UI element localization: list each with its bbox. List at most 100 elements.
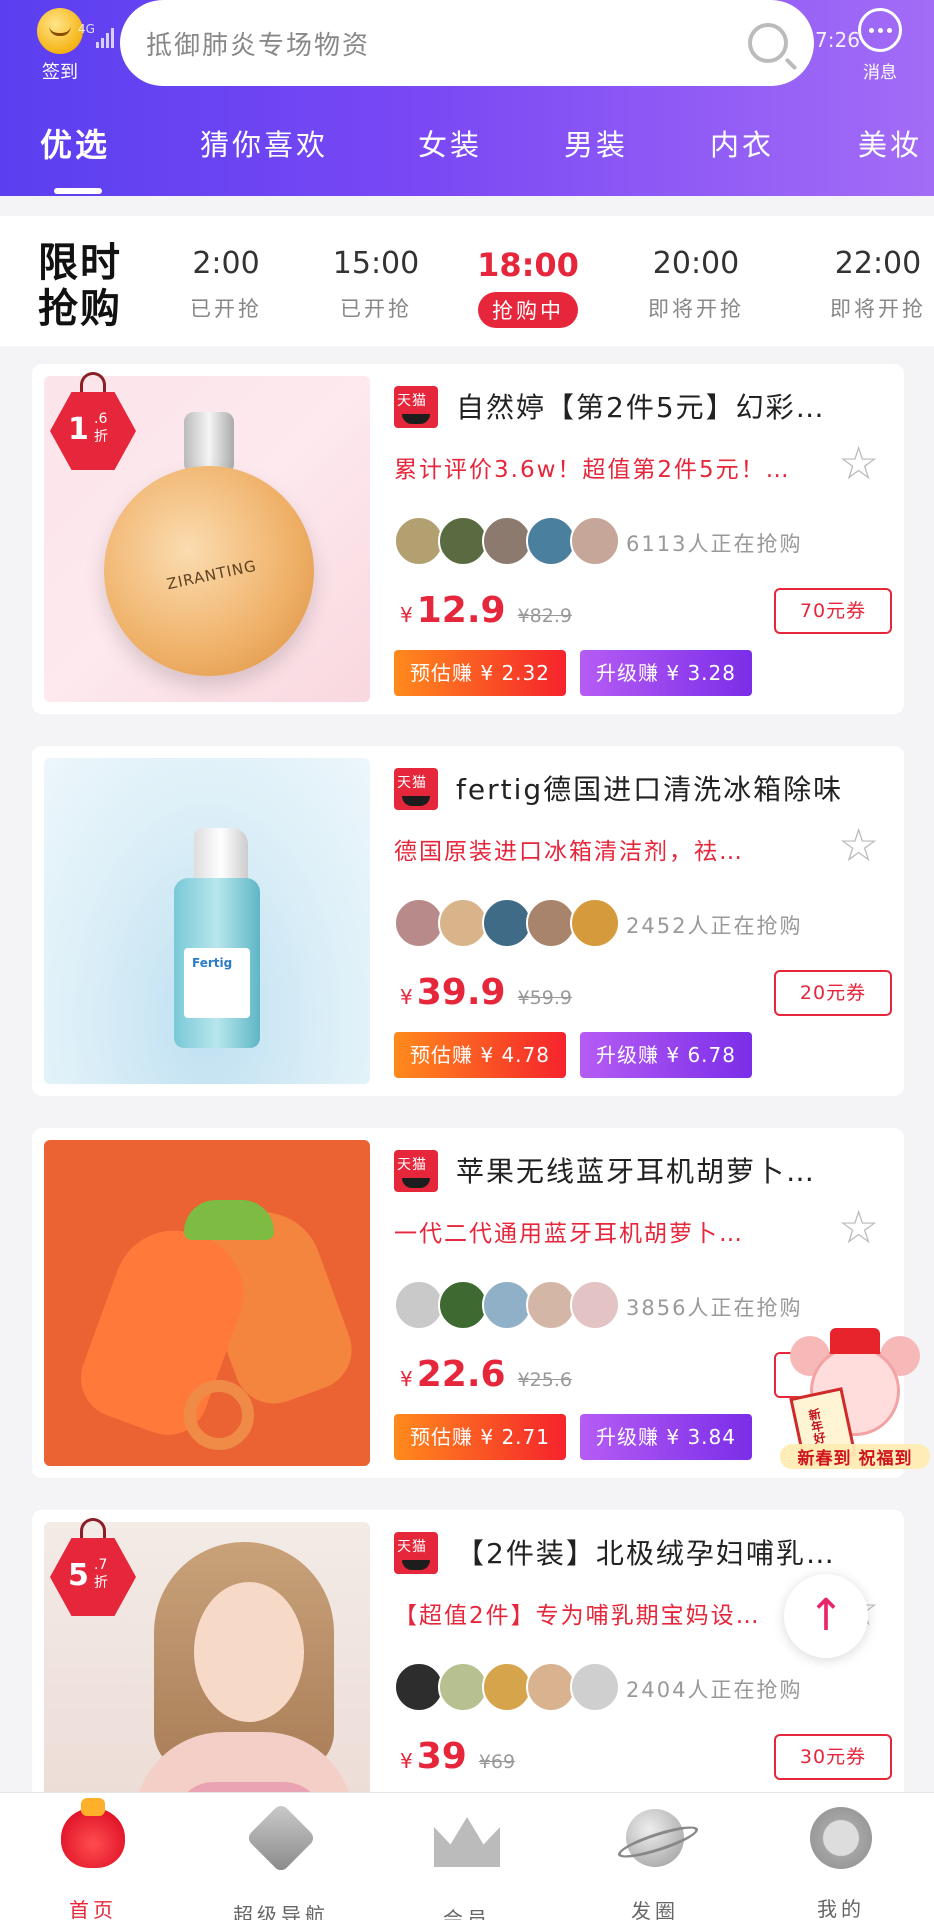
star-icon[interactable]: ☆ <box>838 440 879 486</box>
upgrade-earn-button[interactable]: 升级赚 ¥ 3.84 <box>580 1414 752 1460</box>
active-tab-indicator <box>54 188 102 194</box>
tab-underwear[interactable]: 内衣 <box>710 122 774 164</box>
upgrade-earn-button[interactable]: 升级赚 ¥ 3.28 <box>580 650 752 696</box>
price: ¥ 39 ¥69 <box>400 1736 516 1777</box>
tab-youxuan[interactable]: 优选 <box>40 120 110 166</box>
product-card[interactable]: ZIRANTING 1 .6 折 天猫 自然婷【第2件5元】幻彩… 累计评价3.6… <box>32 364 904 714</box>
time-slot[interactable]: 22:00 即将开抢 <box>808 246 934 323</box>
product-title[interactable]: 自然婷【第2件5元】幻彩… <box>456 386 876 426</box>
nav-moments[interactable]: 发圈 <box>590 1803 720 1920</box>
tmall-badge: 天猫 <box>394 1150 438 1192</box>
avatar <box>438 898 488 948</box>
nav-profile[interactable]: 我的 <box>776 1803 906 1920</box>
slot-status: 抢购中 <box>478 292 578 328</box>
star-icon[interactable]: ☆ <box>838 822 879 868</box>
product-image-carrot-case[interactable] <box>44 1140 370 1466</box>
product-subtitle: 累计评价3.6w！超值第2件5元！… <box>394 457 791 483</box>
flash-sale-logo: 限时 抢购 <box>38 240 138 332</box>
product-image-spray[interactable] <box>44 758 370 1084</box>
upgrade-earn-button[interactable]: 升级赚 ¥ 6.78 <box>580 1032 752 1078</box>
flash-sale-bar: 限时 抢购 2:00 已开抢 15:00 已开抢 18:00 抢购中 20:00… <box>0 216 934 346</box>
slot-time: 20:00 <box>652 246 740 281</box>
discount-tag: 1 .6 折 <box>50 372 136 470</box>
carrot-ring <box>184 1380 254 1450</box>
perfume-cap <box>184 412 234 474</box>
price: ¥ 22.6 ¥25.6 <box>400 1354 572 1395</box>
product-title[interactable]: fertig德国进口清洗冰箱除味 <box>456 768 876 808</box>
original-price: ¥59.9 <box>517 987 572 1009</box>
price: ¥ 12.9 ¥82.9 <box>400 590 572 631</box>
avatar <box>438 516 488 566</box>
product-card[interactable]: 天猫 fertig德国进口清洗冰箱除味 德国原装进口冰箱清洁剂，祛… ☆ 245… <box>32 746 904 1096</box>
signal-icon <box>96 26 116 48</box>
arrow-up-icon: ↑ <box>807 1590 845 1641</box>
avatar <box>570 1280 620 1330</box>
tmall-badge: 天猫 <box>394 386 438 428</box>
nav-label: 会员 <box>443 1907 491 1920</box>
planet-icon <box>626 1809 684 1867</box>
nav-super-navigation[interactable]: 超级导航 <box>216 1802 346 1920</box>
new-year-promo-float[interactable]: 新年好 新春到 祝福到 <box>780 1326 930 1476</box>
carrot-leaf <box>184 1200 274 1240</box>
back-to-top-button[interactable]: ↑ <box>784 1574 868 1658</box>
buyer-avatars <box>394 516 620 570</box>
category-tabs: 优选 猜你喜欢 女装 男装 内衣 美妆 <box>0 118 934 178</box>
estimated-earn-button[interactable]: 预估赚 ¥ 2.32 <box>394 650 566 696</box>
slot-status: 即将开抢 <box>830 297 926 321</box>
avatar <box>526 1280 576 1330</box>
original-price: ¥25.6 <box>517 1369 572 1391</box>
checkin-button[interactable]: 签到 <box>32 8 88 84</box>
time-slot[interactable]: 2:00 已开抢 <box>156 246 296 323</box>
avatar <box>482 516 532 566</box>
buyers-count: 2452人正在抢购 <box>626 914 803 938</box>
product-card[interactable]: 天猫 苹果无线蓝牙耳机胡萝卜… 一代二代通用蓝牙耳机胡萝卜… ☆ 3856人正在… <box>32 1128 904 1478</box>
nav-label: 发圈 <box>631 1899 679 1920</box>
search-icon[interactable] <box>748 23 788 63</box>
estimated-earn-button[interactable]: 预估赚 ¥ 4.78 <box>394 1032 566 1078</box>
product-subtitle: 德国原装进口冰箱清洁剂，祛… <box>394 839 744 865</box>
time-slot[interactable]: 15:00 已开抢 <box>306 246 446 323</box>
discount-suffix: .6 折 <box>94 411 108 445</box>
product-subtitle: 一代二代通用蓝牙耳机胡萝卜… <box>394 1221 744 1247</box>
discount-number: 5 <box>68 1558 89 1593</box>
nav-home[interactable]: 首页 <box>28 1798 158 1920</box>
search-bar[interactable]: 抵御肺炎专场物资 <box>120 0 814 86</box>
avatar <box>394 1280 444 1330</box>
original-price: ¥69 <box>478 1751 516 1773</box>
flash-logo-line1: 限时 <box>38 240 122 286</box>
search-input[interactable]: 抵御肺炎专场物资 <box>146 25 748 62</box>
star-icon[interactable]: ☆ <box>838 1204 879 1250</box>
checkin-label: 签到 <box>42 62 78 83</box>
slot-status: 已开抢 <box>190 297 262 321</box>
price-value: 39.9 <box>416 972 506 1013</box>
avatar <box>394 516 444 566</box>
tab-guess-you-like[interactable]: 猜你喜欢 <box>200 122 328 164</box>
price-value: 22.6 <box>416 1354 506 1395</box>
coupon-button[interactable]: 70元券 <box>774 588 892 634</box>
time-slot[interactable]: 20:00 即将开抢 <box>626 246 766 323</box>
coupon-button[interactable]: 30元券 <box>774 1734 892 1780</box>
time-slot-active[interactable]: 18:00 抢购中 <box>458 246 598 328</box>
product-title[interactable]: 【2件装】北极绒孕妇哺乳… <box>456 1532 876 1572</box>
lion-icon <box>810 1807 872 1869</box>
top-header: 签到 4G 抵御肺炎专场物资 7:26 消息 优选 猜你喜欢 女装 男装 内衣 … <box>0 0 934 196</box>
product-card[interactable]: 5 .7折 天猫 【2件装】北极绒孕妇哺乳… 【超值2件】专为哺乳期宝妈设… ☆… <box>32 1510 904 1812</box>
message-button[interactable]: 消息 <box>850 8 910 83</box>
avatar <box>438 1280 488 1330</box>
slot-status: 即将开抢 <box>648 297 744 321</box>
avatar <box>570 898 620 948</box>
product-title[interactable]: 苹果无线蓝牙耳机胡萝卜… <box>456 1150 876 1190</box>
mouse-hat <box>830 1328 880 1354</box>
price: ¥ 39.9 ¥59.9 <box>400 972 572 1013</box>
price-value: 12.9 <box>416 590 506 631</box>
slot-time: 18:00 <box>477 246 579 284</box>
slot-status: 已开抢 <box>340 297 412 321</box>
coupon-button[interactable]: 20元券 <box>774 970 892 1016</box>
tab-womens[interactable]: 女装 <box>418 122 482 164</box>
estimated-earn-button[interactable]: 预估赚 ¥ 2.71 <box>394 1414 566 1460</box>
tab-mens[interactable]: 男装 <box>564 122 628 164</box>
tab-beauty[interactable]: 美妆 <box>858 122 922 164</box>
nav-member[interactable]: 会员 <box>402 1803 532 1920</box>
avatar <box>482 1662 532 1712</box>
avatar <box>438 1662 488 1712</box>
